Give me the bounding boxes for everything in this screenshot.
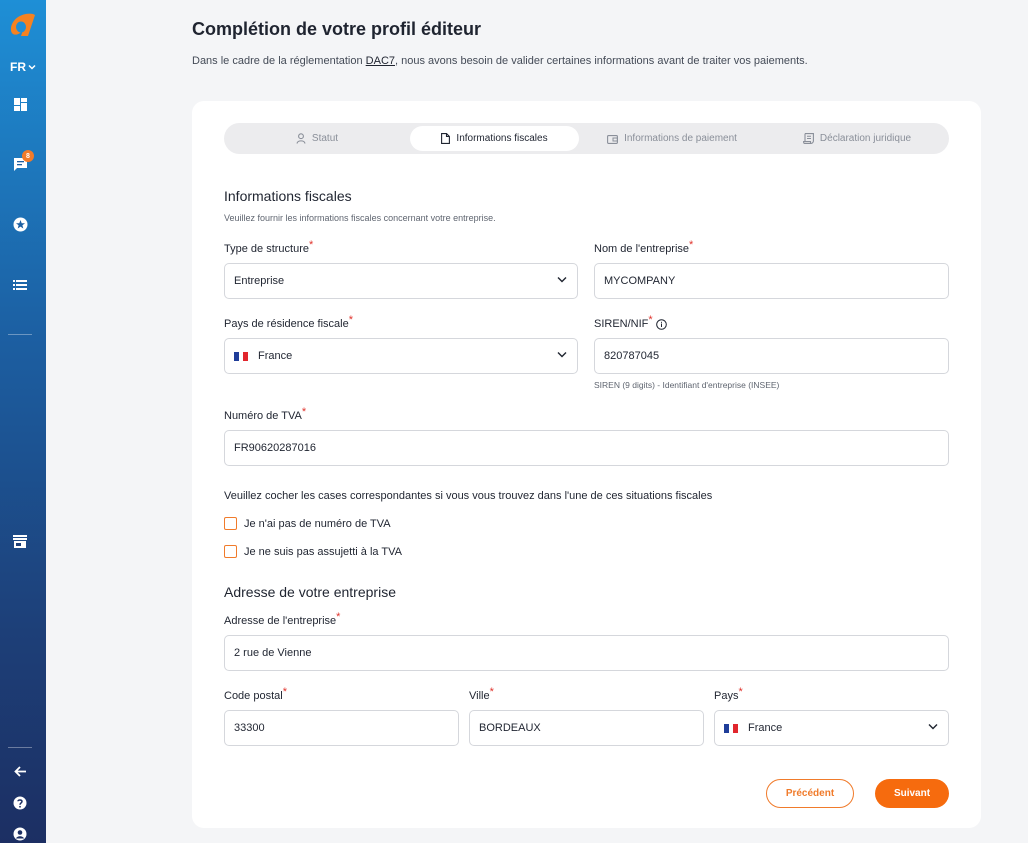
france-flag-icon [724, 723, 739, 733]
address-country-value: France [748, 722, 783, 734]
step-statut[interactable]: Statut [224, 126, 410, 151]
chevron-down-icon [557, 352, 567, 358]
siren-value: 820787045 [604, 350, 660, 362]
vat-value: FR90620287016 [234, 442, 316, 454]
previous-button[interactable]: Précédent [766, 779, 854, 808]
section-title-address: Adresse de votre entreprise [224, 584, 396, 600]
user-icon [296, 133, 306, 144]
section-title-fiscal: Informations fiscales [224, 188, 352, 204]
zip-input[interactable]: 33300 [224, 710, 459, 746]
wallet-icon [607, 134, 619, 144]
tax-situation-question: Veuillez cocher les cases correspondante… [224, 490, 713, 502]
language-label: FR [10, 60, 26, 74]
star-icon[interactable] [11, 215, 29, 233]
account-icon[interactable] [11, 825, 29, 843]
list-icon[interactable] [11, 275, 29, 293]
not-subject-label: Je ne suis pas assujetti à la TVA [244, 545, 402, 558]
company-value: MYCOMPANY [604, 275, 676, 287]
step-informations-de-paiement[interactable]: Informations de paiement [579, 126, 765, 151]
fiscal-country-select[interactable]: France [224, 338, 578, 374]
address-country-label: Pays* [714, 686, 743, 702]
step-label: Statut [311, 133, 339, 144]
no-vat-label: Je n'ai pas de numéro de TVA [244, 517, 391, 530]
logo-icon[interactable] [6, 10, 40, 40]
company-label: Nom de l'entreprise* [594, 239, 694, 255]
siren-hint: SIREN (9 digits) - Identifiant d'entrepr… [594, 380, 780, 390]
step-declaration-juridique[interactable]: Déclaration juridique [765, 126, 949, 151]
sidebar: FR 8 [0, 0, 46, 843]
info-icon[interactable] [655, 318, 667, 330]
step-label: Déclaration juridique [819, 133, 912, 144]
country-value: France [258, 350, 293, 362]
help-icon[interactable] [11, 794, 29, 812]
scroll-icon [802, 133, 814, 144]
store-icon[interactable] [11, 532, 29, 550]
step-label: Informations de paiement [624, 133, 737, 144]
step-informations-fiscales[interactable]: Informations fiscales [410, 126, 579, 151]
city-value: BORDEAUX [479, 722, 541, 734]
city-label: Ville* [469, 686, 494, 702]
no-vat-checkbox-row[interactable]: Je n'ai pas de numéro de TVA [224, 517, 391, 530]
sidebar-divider [8, 747, 32, 748]
zip-label: Code postal* [224, 686, 287, 702]
stepper: Statut Informations fiscales Information… [224, 123, 949, 154]
chevron-down-icon [557, 277, 567, 283]
subtitle-text-end: , nous avons besoin de valider certaines… [395, 55, 808, 67]
country-label: Pays de résidence fiscale* [224, 314, 354, 330]
not-subject-checkbox-row[interactable]: Je ne suis pas assujetti à la TVA [224, 545, 402, 558]
page-title: Complétion de votre profil éditeur [192, 19, 482, 39]
street-input[interactable]: 2 rue de Vienne [224, 635, 949, 671]
siren-input[interactable]: 820787045 [594, 338, 949, 374]
next-button[interactable]: Suivant [875, 779, 949, 808]
street-value: 2 rue de Vienne [234, 647, 312, 659]
subtitle-text: Dans le cadre de la réglementation [192, 55, 366, 67]
siren-label: SIREN/NIF* [594, 314, 667, 330]
dac7-link[interactable]: DAC7 [366, 55, 395, 67]
structure-value: Entreprise [234, 275, 285, 287]
dashboard-icon[interactable] [11, 95, 29, 113]
chevron-down-icon [28, 64, 36, 70]
not-subject-checkbox[interactable] [224, 545, 237, 558]
arrow-left-icon[interactable] [11, 762, 29, 780]
vat-label: Numéro de TVA* [224, 406, 307, 422]
zip-value: 33300 [234, 722, 265, 734]
city-input[interactable]: BORDEAUX [469, 710, 704, 746]
company-name-input[interactable]: MYCOMPANY [594, 263, 949, 299]
street-label: Adresse de l'entreprise* [224, 611, 341, 627]
section-description: Veuillez fournir les informations fiscal… [224, 213, 496, 223]
chevron-down-icon [928, 724, 938, 730]
no-vat-checkbox[interactable] [224, 517, 237, 530]
document-icon [441, 133, 451, 144]
language-selector[interactable]: FR [0, 60, 46, 74]
notification-badge: 8 [22, 150, 34, 162]
structure-label: Type de structure* [224, 239, 314, 255]
structure-select[interactable]: Entreprise [224, 263, 578, 299]
address-country-select[interactable]: France [714, 710, 949, 746]
step-label: Informations fiscales [456, 133, 548, 144]
sidebar-divider [8, 334, 32, 335]
france-flag-icon [234, 351, 249, 361]
vat-input[interactable]: FR90620287016 [224, 430, 949, 466]
page-subtitle: Dans le cadre de la réglementation DAC7,… [192, 55, 808, 67]
